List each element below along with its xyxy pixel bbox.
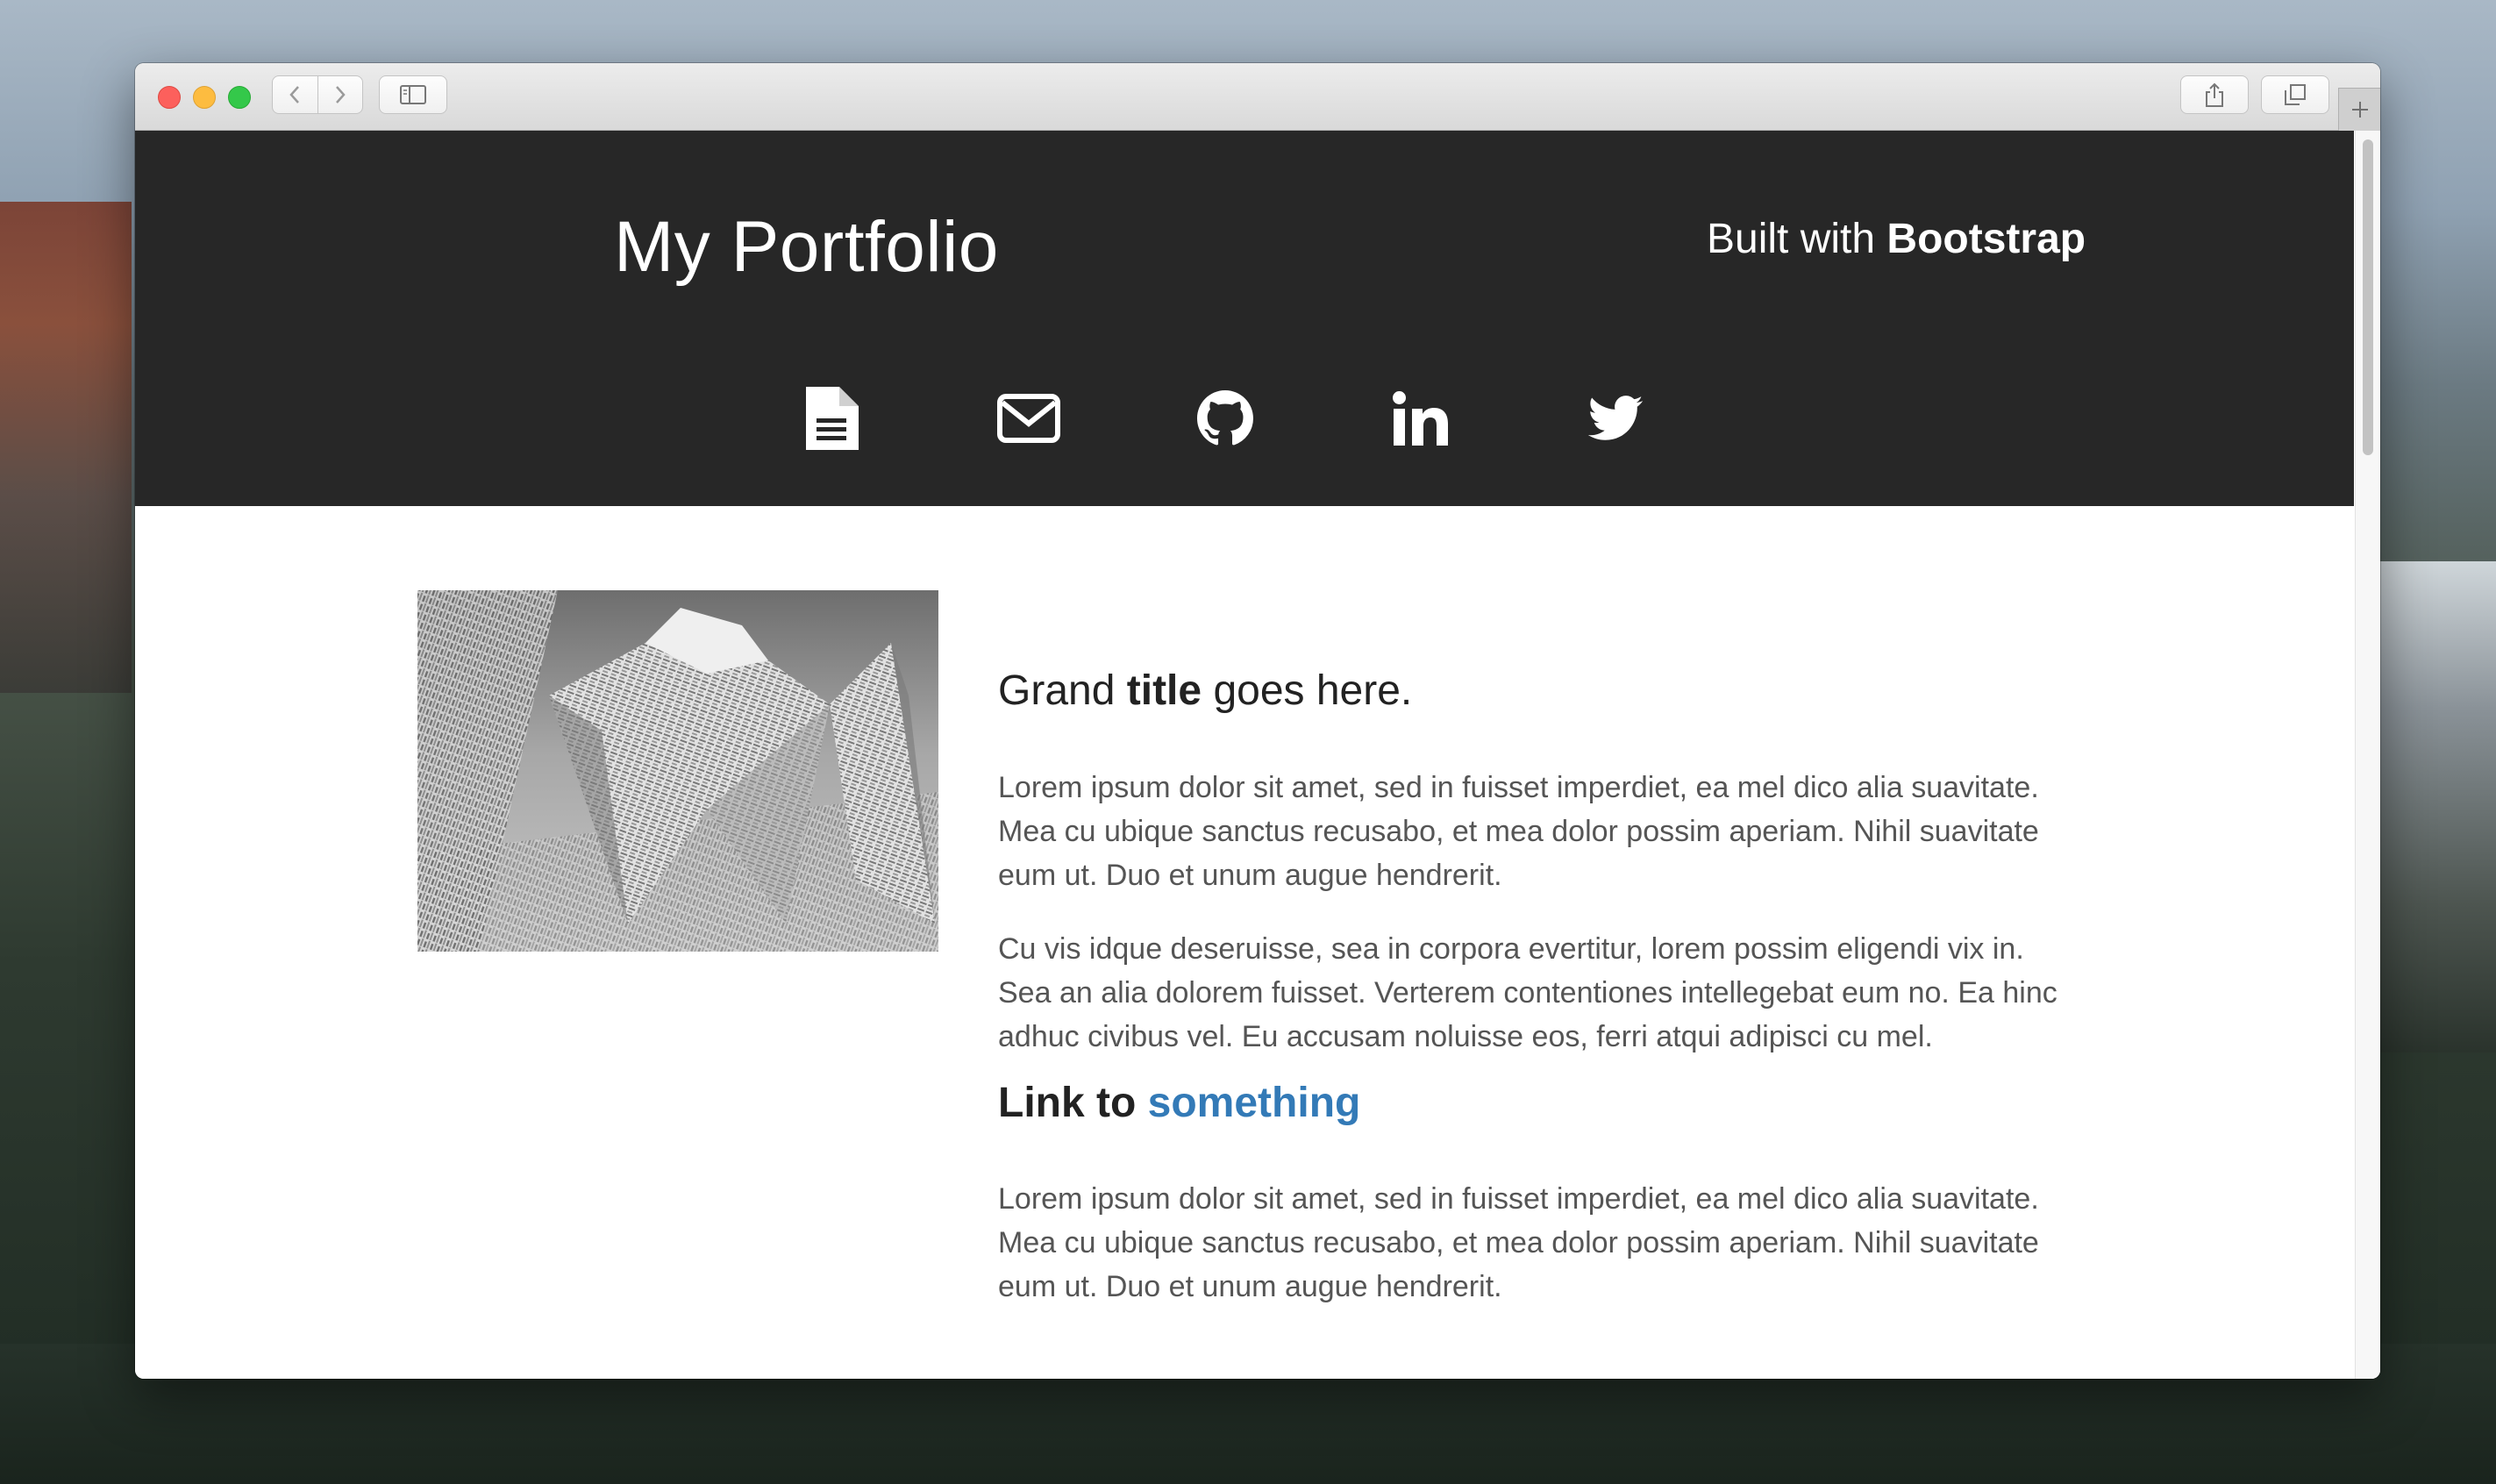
document-icon <box>806 387 859 450</box>
article-content: Grand title goes here. Lorem ipsum dolor… <box>998 666 2061 1309</box>
linkedin-link[interactable] <box>1386 383 1456 453</box>
newspaper-origami-photo <box>417 590 938 952</box>
back-button[interactable] <box>273 76 317 113</box>
github-link[interactable] <box>1190 383 1260 453</box>
show-tabs-button[interactable] <box>2261 75 2329 114</box>
link-heading: Link to something <box>998 1078 2061 1129</box>
built-with-brand: Bootstrap <box>1886 216 2086 262</box>
back-forward-group <box>272 75 363 114</box>
zoom-window-button[interactable] <box>228 86 251 109</box>
email-link[interactable] <box>994 383 1064 453</box>
article-title: Grand title goes here. <box>998 666 2061 717</box>
site-title: My Portfolio <box>614 207 999 287</box>
resume-link[interactable] <box>796 383 866 453</box>
something-link[interactable]: something <box>1148 1080 1361 1126</box>
built-with-prefix: Built with <box>1707 216 1876 262</box>
forward-button[interactable] <box>317 76 363 113</box>
desktop-wallpaper-mountain <box>2364 561 2496 1052</box>
paragraph-2: Cu vis idque deseruisse, sea in corpora … <box>998 931 2057 1053</box>
linkedin-icon <box>1393 391 1448 446</box>
envelope-icon <box>997 394 1060 443</box>
scrollbar-thumb[interactable] <box>2363 139 2373 455</box>
browser-toolbar <box>135 63 2380 131</box>
twitter-link[interactable] <box>1580 383 1651 453</box>
sidebar-icon <box>400 85 426 104</box>
browser-window: My Portfolio Built with Bootstrap Grand … <box>135 63 2380 1379</box>
desktop-wallpaper-rock <box>0 202 132 693</box>
twitter-icon <box>1587 396 1644 440</box>
new-tab-button[interactable] <box>2338 88 2380 131</box>
chevron-left-icon <box>289 86 300 103</box>
github-icon <box>1197 390 1253 446</box>
built-with-text: Built with Bootstrap <box>1707 215 2086 263</box>
paragraph-3: Lorem ipsum dolor sit amet, sed in fuiss… <box>998 1182 2039 1304</box>
title-start: Grand <box>998 667 1116 714</box>
tabs-overview-icon <box>2285 84 2306 105</box>
paragraph-1: Lorem ipsum dolor sit amet, sed in fuiss… <box>998 770 2039 892</box>
sidebar-toggle-button[interactable] <box>379 75 447 114</box>
page-viewport: My Portfolio Built with Bootstrap Grand … <box>135 131 2380 1379</box>
share-button[interactable] <box>2180 75 2249 114</box>
plus-icon <box>2352 102 2368 118</box>
vertical-scrollbar[interactable] <box>2355 131 2380 1379</box>
chevron-right-icon <box>335 86 346 103</box>
close-window-button[interactable] <box>158 86 181 109</box>
minimize-window-button[interactable] <box>193 86 216 109</box>
title-bold: title <box>1126 667 1202 714</box>
link-heading-prefix: Link to <box>998 1079 1137 1126</box>
title-end: goes here. <box>1213 667 1413 714</box>
site-header: My Portfolio Built with Bootstrap <box>135 131 2354 506</box>
share-icon <box>2206 82 2223 107</box>
